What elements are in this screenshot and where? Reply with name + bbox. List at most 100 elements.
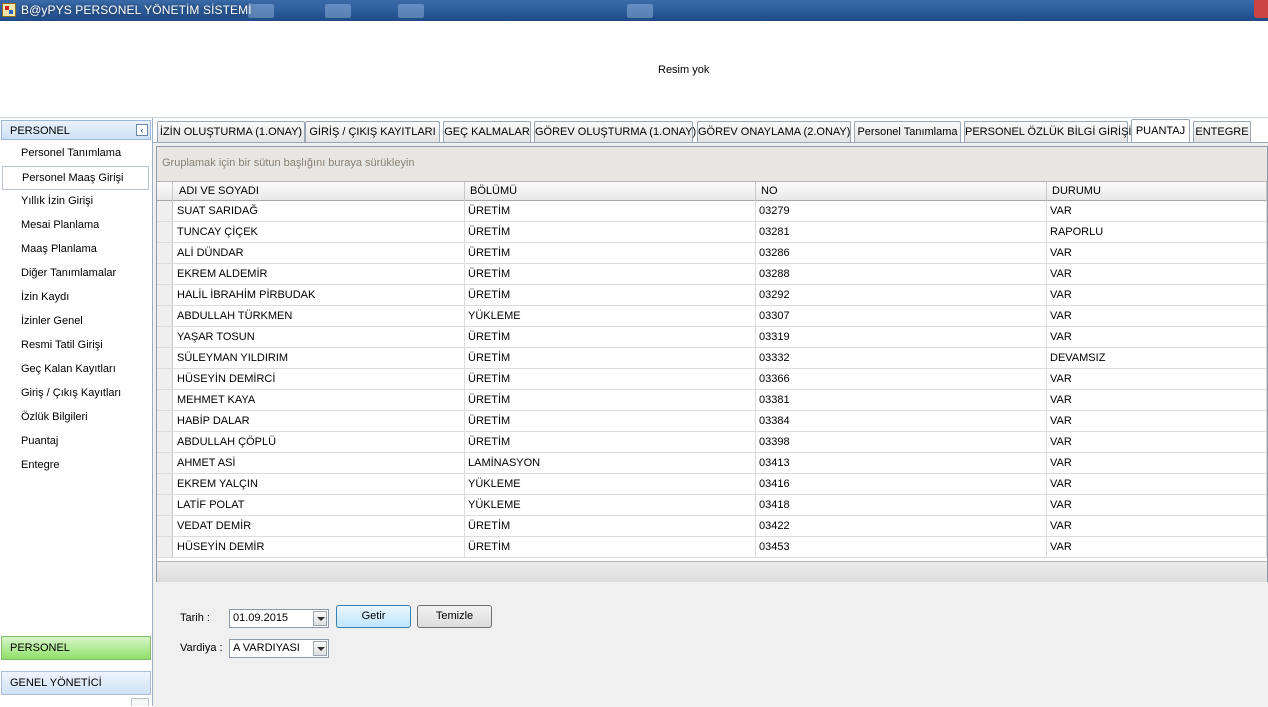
table-row[interactable]: HÜSEYİN DEMİR ÜRETİM 03453 VAR <box>157 537 1267 558</box>
table-row[interactable]: HABİP DALAR ÜRETİM 03384 VAR <box>157 411 1267 432</box>
table-cell[interactable]: ABDULLAH ÇÖPLÜ <box>174 432 465 452</box>
table-cell[interactable]: 03292 <box>756 285 1047 305</box>
table-cell[interactable]: VAR <box>1047 285 1267 305</box>
table-cell[interactable]: VAR <box>1047 495 1267 515</box>
date-picker[interactable]: 01.09.2015 <box>229 609 329 628</box>
table-cell[interactable]: VAR <box>1047 327 1267 347</box>
dropdown-arrow-icon[interactable] <box>313 611 327 626</box>
row-indicator[interactable] <box>157 306 173 326</box>
table-cell[interactable]: SÜLEYMAN YILDIRIM <box>174 348 465 368</box>
sidebar-item[interactable]: İzinler Genel <box>0 310 151 334</box>
table-row[interactable]: EKREM YALÇIN YÜKLEME 03416 VAR <box>157 474 1267 495</box>
table-cell[interactable]: ÜRETİM <box>465 348 756 368</box>
getir-button[interactable]: Getir <box>336 605 411 628</box>
table-cell[interactable]: 03307 <box>756 306 1047 326</box>
table-cell[interactable]: MEHMET KAYA <box>174 390 465 410</box>
table-cell[interactable]: YÜKLEME <box>465 306 756 326</box>
table-row[interactable]: LATİF POLAT YÜKLEME 03418 VAR <box>157 495 1267 516</box>
row-indicator[interactable] <box>157 411 173 431</box>
table-row[interactable]: EKREM ALDEMİR ÜRETİM 03288 VAR <box>157 264 1267 285</box>
table-row[interactable]: AHMET ASİ LAMİNASYON 03413 VAR <box>157 453 1267 474</box>
table-cell[interactable]: YAŞAR TOSUN <box>174 327 465 347</box>
sidebar-item[interactable]: Mesai Planlama <box>0 214 151 238</box>
table-cell[interactable]: VEDAT DEMİR <box>174 516 465 536</box>
row-indicator[interactable] <box>157 390 173 410</box>
table-cell[interactable]: 03418 <box>756 495 1047 515</box>
table-cell[interactable]: SUAT SARIDAĞ <box>174 201 465 221</box>
table-cell[interactable]: ÜRETİM <box>465 264 756 284</box>
table-cell[interactable]: TUNCAY ÇİÇEK <box>174 222 465 242</box>
column-header[interactable]: BÖLÜMÜ <box>465 182 756 201</box>
table-row[interactable]: VEDAT DEMİR ÜRETİM 03422 VAR <box>157 516 1267 537</box>
table-cell[interactable]: HALİL İBRAHİM PİRBUDAK <box>174 285 465 305</box>
sidebar-group-personel[interactable]: PERSONEL <box>1 636 151 660</box>
tab[interactable]: GİRİŞ / ÇIKIŞ KAYITLARI <box>305 121 440 142</box>
table-cell[interactable]: YÜKLEME <box>465 474 756 494</box>
table-cell[interactable]: VAR <box>1047 411 1267 431</box>
column-header[interactable]: NO <box>756 182 1047 201</box>
table-cell[interactable]: LATİF POLAT <box>174 495 465 515</box>
sidebar-item[interactable]: İzin Kaydı <box>0 286 151 310</box>
table-cell[interactable]: YÜKLEME <box>465 495 756 515</box>
tab[interactable]: GEÇ KALMALAR <box>443 121 531 142</box>
sidebar-item[interactable]: Puantaj <box>0 430 151 454</box>
table-cell[interactable]: DEVAMSIZ <box>1047 348 1267 368</box>
table-cell[interactable]: VAR <box>1047 264 1267 284</box>
row-indicator[interactable] <box>157 222 173 242</box>
table-cell[interactable]: 03281 <box>756 222 1047 242</box>
table-row[interactable]: ABDULLAH TÜRKMEN YÜKLEME 03307 VAR <box>157 306 1267 327</box>
table-cell[interactable]: ÜRETİM <box>465 411 756 431</box>
table-cell[interactable]: 03416 <box>756 474 1047 494</box>
table-cell[interactable]: LAMİNASYON <box>465 453 756 473</box>
table-cell[interactable]: VAR <box>1047 432 1267 452</box>
group-by-panel[interactable]: Gruplamak için bir sütun başlığını buray… <box>157 147 1267 181</box>
table-cell[interactable]: ÜRETİM <box>465 201 756 221</box>
table-cell[interactable]: ÜRETİM <box>465 285 756 305</box>
table-cell[interactable]: EKREM ALDEMİR <box>174 264 465 284</box>
table-row[interactable]: SUAT SARIDAĞ ÜRETİM 03279 VAR <box>157 201 1267 222</box>
table-row[interactable]: TUNCAY ÇİÇEK ÜRETİM 03281 RAPORLU <box>157 222 1267 243</box>
row-indicator[interactable] <box>157 537 173 557</box>
table-cell[interactable]: VAR <box>1047 537 1267 557</box>
tab[interactable]: ENTEGRE <box>1193 121 1251 142</box>
tab[interactable]: İZİN OLUŞTURMA (1.ONAY) <box>157 121 305 142</box>
table-cell[interactable]: VAR <box>1047 243 1267 263</box>
table-cell[interactable]: HÜSEYİN DEMİRCİ <box>174 369 465 389</box>
table-row[interactable]: YAŞAR TOSUN ÜRETİM 03319 VAR <box>157 327 1267 348</box>
sidebar-group-header[interactable]: PERSONEL ‹ <box>1 120 151 140</box>
sidebar-item[interactable]: Yıllık İzin Girişi <box>0 190 151 214</box>
table-cell[interactable]: HABİP DALAR <box>174 411 465 431</box>
table-row[interactable]: ALİ DÜNDAR ÜRETİM 03286 VAR <box>157 243 1267 264</box>
column-header[interactable]: DURUMU <box>1047 182 1267 201</box>
table-cell[interactable]: ÜRETİM <box>465 516 756 536</box>
table-cell[interactable]: VAR <box>1047 201 1267 221</box>
collapse-chevron-icon[interactable]: ‹ <box>136 124 148 136</box>
row-indicator[interactable] <box>157 201 173 221</box>
dropdown-arrow-icon[interactable] <box>313 641 327 656</box>
sidebar-item[interactable]: Resmi Tatil Girişi <box>0 334 151 358</box>
table-cell[interactable]: EKREM YALÇIN <box>174 474 465 494</box>
table-row[interactable]: HALİL İBRAHİM PİRBUDAK ÜRETİM 03292 VAR <box>157 285 1267 306</box>
table-cell[interactable]: ÜRETİM <box>465 369 756 389</box>
table-cell[interactable]: 03319 <box>756 327 1047 347</box>
table-row[interactable]: MEHMET KAYA ÜRETİM 03381 VAR <box>157 390 1267 411</box>
row-indicator[interactable] <box>157 369 173 389</box>
table-cell[interactable]: ÜRETİM <box>465 390 756 410</box>
table-row[interactable]: SÜLEYMAN YILDIRIM ÜRETİM 03332 DEVAMSIZ <box>157 348 1267 369</box>
table-cell[interactable]: ÜRETİM <box>465 222 756 242</box>
row-indicator[interactable] <box>157 516 173 536</box>
table-cell[interactable]: VAR <box>1047 516 1267 536</box>
table-cell[interactable]: 03332 <box>756 348 1047 368</box>
sidebar-item[interactable]: Personel Maaş Girişi <box>2 166 149 190</box>
sidebar-item[interactable]: Geç Kalan Kayıtları <box>0 358 151 382</box>
row-indicator[interactable] <box>157 348 173 368</box>
sidebar-group-genel-yonetici[interactable]: GENEL YÖNETİCİ <box>1 671 151 695</box>
tab[interactable]: GÖREV OLUŞTURMA (1.ONAY) <box>534 121 696 142</box>
sidebar-item[interactable]: Entegre <box>0 454 151 478</box>
table-cell[interactable]: ALİ DÜNDAR <box>174 243 465 263</box>
table-cell[interactable]: 03413 <box>756 453 1047 473</box>
shift-select[interactable]: A VARDIYASI <box>229 639 329 658</box>
sidebar-item[interactable]: Diğer Tanımlamalar <box>0 262 151 286</box>
table-cell[interactable]: 03453 <box>756 537 1047 557</box>
table-cell[interactable]: ÜRETİM <box>465 327 756 347</box>
